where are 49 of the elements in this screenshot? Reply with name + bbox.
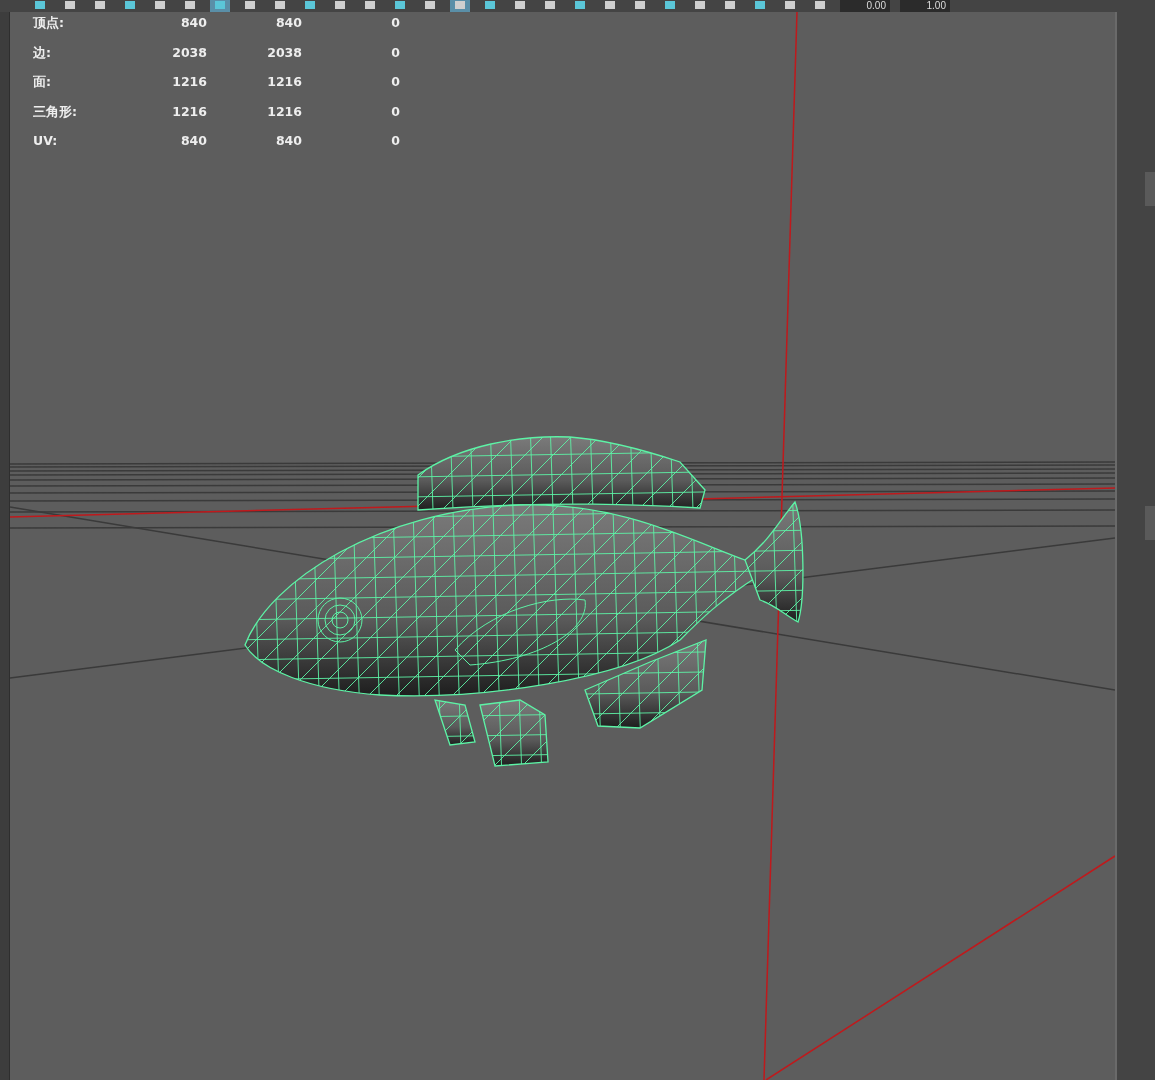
tool-icon xyxy=(753,1,767,11)
stat-value: 2038 xyxy=(266,43,302,61)
tool-icon xyxy=(213,1,227,11)
stat-value: 2038 xyxy=(171,43,207,61)
tool-icon xyxy=(813,1,827,11)
tool-icon xyxy=(153,1,167,11)
tool-icon xyxy=(693,1,707,11)
tool-icon xyxy=(63,1,77,11)
tool-icon xyxy=(483,1,497,11)
tool-icon xyxy=(333,1,347,11)
tool-icon xyxy=(633,1,647,11)
stat-label: 边: xyxy=(33,43,52,61)
stat-label: UV: xyxy=(33,132,59,150)
stat-label: 顶点: xyxy=(33,14,65,32)
stat-value: 0 xyxy=(390,73,400,91)
value-field[interactable]: 1.00 xyxy=(900,0,950,12)
stat-value: 840 xyxy=(179,132,207,150)
tool-icon xyxy=(33,1,47,11)
tool-icon xyxy=(183,1,197,11)
tool-icon xyxy=(393,1,407,11)
stat-value: 1216 xyxy=(266,102,302,120)
tool-icon xyxy=(663,1,677,11)
tool-icon xyxy=(453,1,467,11)
tool-icon xyxy=(273,1,287,11)
tool-icon xyxy=(123,1,137,11)
stat-value: 1216 xyxy=(266,73,302,91)
stat-value: 0 xyxy=(390,14,400,32)
tool-icon xyxy=(243,1,257,11)
stat-value: 0 xyxy=(390,132,400,150)
stat-value: 1216 xyxy=(171,102,207,120)
stat-value: 1216 xyxy=(171,73,207,91)
tool-icon xyxy=(513,1,527,11)
stat-value: 840 xyxy=(274,14,302,32)
stat-value: 0 xyxy=(390,43,400,61)
tool-icon xyxy=(303,1,317,11)
stat-label: 面: xyxy=(33,73,52,91)
tool-icon xyxy=(93,1,107,11)
tool-icon xyxy=(543,1,557,11)
tool-icon xyxy=(363,1,377,11)
stat-value: 840 xyxy=(179,14,207,32)
stat-value: 840 xyxy=(274,132,302,150)
tool-icon xyxy=(783,1,797,11)
tool-icon xyxy=(573,1,587,11)
stat-value: 0 xyxy=(390,102,400,120)
tool-icon xyxy=(603,1,617,11)
tool-icon xyxy=(723,1,737,11)
value-field[interactable]: 0.00 xyxy=(840,0,890,12)
tool-icon xyxy=(423,1,437,11)
stat-label: 三角形: xyxy=(33,102,78,120)
